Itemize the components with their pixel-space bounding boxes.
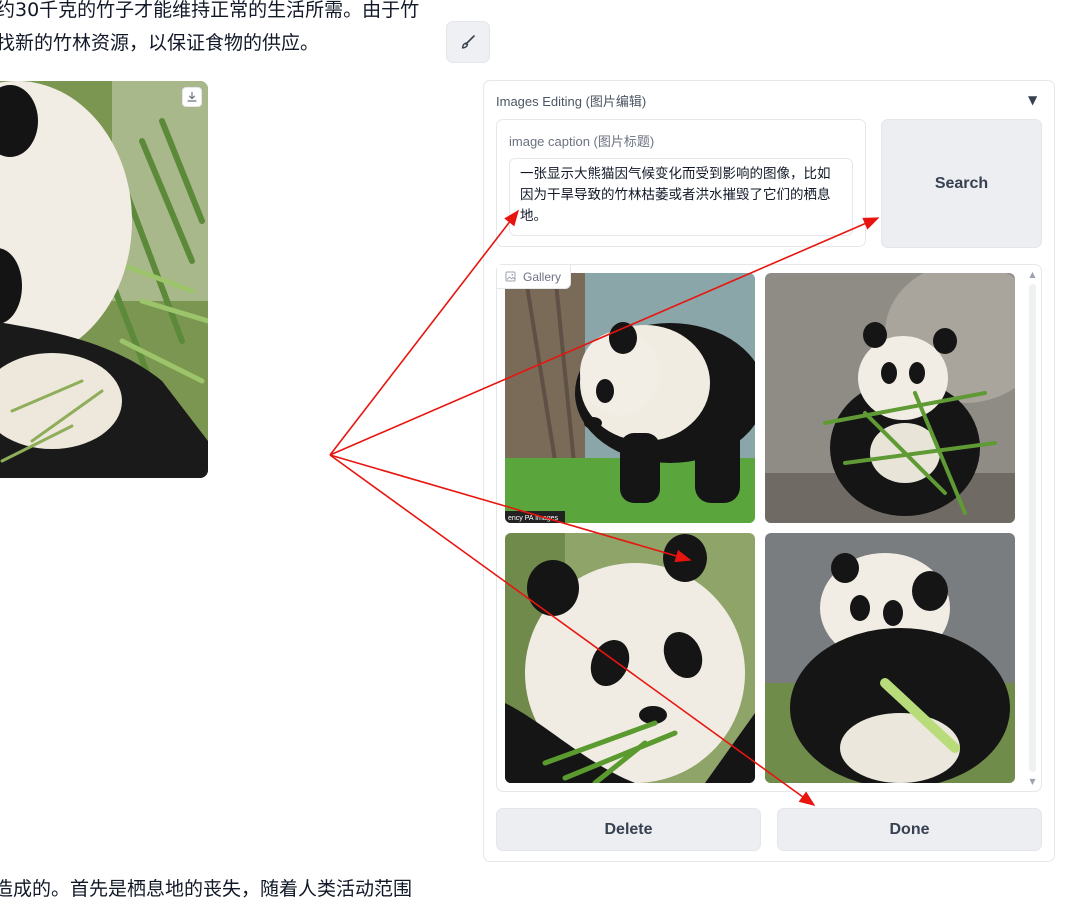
image-icon [505,271,516,282]
panel-title: Images Editing (图片编辑) [496,94,647,109]
edit-image-button[interactable] [446,21,490,63]
gallery-thumbnail-1[interactable]: ency PA Images [505,273,755,523]
gallery-thumbnail-3[interactable] [505,533,755,783]
gallery-thumbnail-2[interactable] [765,273,1015,523]
document-panda-image [0,81,208,478]
download-button[interactable] [182,87,202,107]
svg-text:ency PA Images: ency PA Images [508,515,559,522]
scroll-up-icon[interactable]: ▲ [1027,270,1038,279]
gallery-scrollbar[interactable]: ▲ ▼ [1027,268,1038,790]
document-text-line: 约30千克的竹子才能维持正常的生活所需。由于竹 [0,0,420,21]
scroll-down-icon[interactable]: ▼ [1027,777,1038,786]
triangle-down-icon[interactable]: ▼ [1028,93,1037,107]
document-text-line: 找新的竹林资源，以保证食物的供应。 [0,32,320,54]
scroll-thumb[interactable] [1029,284,1036,772]
caption-label: image caption (图片标题) [509,134,655,149]
document-text-line: 造成的。首先是栖息地的丧失，随着人类活动范围 [0,878,413,900]
caption-textarea[interactable]: 一张显示大熊猫因气候变化而受到影响的图像，比如因为干旱导致的竹林枯萎或者洪水摧毁… [509,158,853,236]
delete-button[interactable]: Delete [496,808,761,851]
search-button[interactable]: Search [881,119,1042,248]
brush-icon [461,35,475,49]
done-button[interactable]: Done [777,808,1042,851]
download-icon [187,91,197,102]
gallery-label-text: Gallery [523,269,562,284]
gallery-label: Gallery [497,265,572,289]
gallery-thumbnail-4[interactable] [765,533,1015,783]
